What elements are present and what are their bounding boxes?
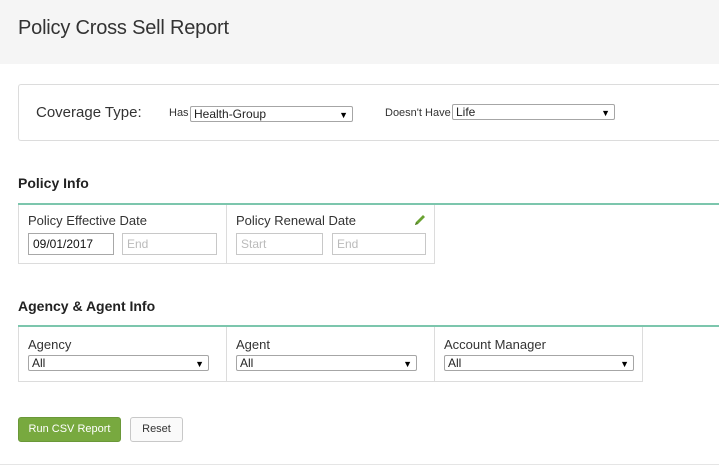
agent-label: Agent [236,337,270,352]
dropdown-arrow-icon: ▼ [403,359,412,369]
dropdown-arrow-icon: ▼ [620,359,629,369]
account-manager-value: All [448,356,462,370]
policy-renewal-date-cell: Policy Renewal Date Start End [226,205,435,264]
page-title: Policy Cross Sell Report [18,17,229,39]
account-manager-cell: Account Manager All ▼ [434,327,643,382]
agent-select[interactable]: All ▼ [236,355,417,371]
has-label: Has [169,107,189,119]
reset-button[interactable]: Reset [130,417,183,442]
pencil-icon[interactable] [413,213,427,227]
doesnt-have-label: Doesn't Have [385,107,451,119]
coverage-type-panel: Coverage Type: Has Health-Group ▼ Doesn'… [18,84,719,141]
effective-date-start-input[interactable]: 09/01/2017 [28,233,114,255]
agency-value: All [32,356,46,370]
dropdown-arrow-icon: ▼ [339,110,348,120]
footer-divider [0,464,719,465]
agent-value: All [240,356,254,370]
agent-cell: Agent All ▼ [226,327,435,382]
policy-effective-date-cell: Policy Effective Date 09/01/2017 End [18,205,227,264]
agency-agent-info-title: Agency & Agent Info [18,298,156,314]
page-header: Policy Cross Sell Report [0,0,719,64]
policy-info-title: Policy Info [18,175,89,191]
account-manager-select[interactable]: All ▼ [444,355,634,371]
agency-label: Agency [28,337,72,352]
dropdown-arrow-icon: ▼ [195,359,204,369]
doesnt-have-coverage-select[interactable]: Life ▼ [452,104,615,120]
coverage-type-label: Coverage Type: [36,104,142,121]
dropdown-arrow-icon: ▼ [601,108,610,118]
policy-effective-date-label: Policy Effective Date [28,213,147,228]
has-coverage-select[interactable]: Health-Group ▼ [190,106,353,122]
run-csv-report-button[interactable]: Run CSV Report [18,417,121,442]
policy-renewal-date-label: Policy Renewal Date [236,213,356,228]
has-coverage-value: Health-Group [194,107,267,121]
doesnt-have-coverage-value: Life [456,105,476,119]
agency-select[interactable]: All ▼ [28,355,209,371]
account-manager-label: Account Manager [444,337,546,352]
agency-cell: Agency All ▼ [18,327,227,382]
renewal-date-start-input[interactable]: Start [236,233,323,255]
renewal-date-end-input[interactable]: End [332,233,426,255]
effective-date-end-input[interactable]: End [122,233,217,255]
